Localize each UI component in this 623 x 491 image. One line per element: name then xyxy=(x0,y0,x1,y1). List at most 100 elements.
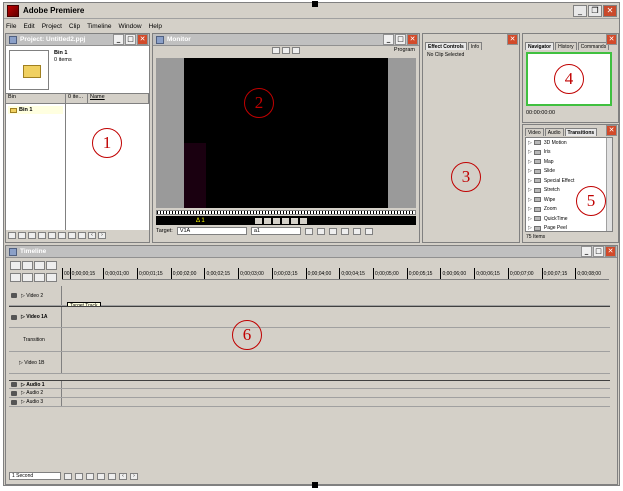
list-item[interactable]: ▷ QuickTime xyxy=(526,214,612,224)
col-name[interactable]: Name xyxy=(88,94,149,103)
scroll-left-icon[interactable]: ‹ xyxy=(88,231,96,239)
selection-tool-icon[interactable] xyxy=(10,261,21,270)
mark-out-icon[interactable] xyxy=(316,227,325,235)
play-in-out-icon[interactable] xyxy=(299,217,307,224)
track-options-icon[interactable] xyxy=(64,472,72,480)
timeline-maximize-button[interactable]: □ xyxy=(593,246,604,257)
transitions-scrollbar[interactable] xyxy=(606,138,612,231)
video-target-select[interactable]: V1A xyxy=(176,227,247,235)
next-edit-icon[interactable] xyxy=(364,227,373,235)
menu-edit[interactable]: Edit xyxy=(23,23,34,30)
razor-tool-icon[interactable] xyxy=(46,261,57,270)
col-bin[interactable]: Bin xyxy=(6,94,66,103)
toggle-shift-icon[interactable] xyxy=(75,472,83,480)
menu-window[interactable]: Window xyxy=(118,23,141,30)
list-item[interactable]: ▷ Page Peel xyxy=(526,224,612,234)
timeline-minimize-button[interactable]: _ xyxy=(581,246,592,257)
track-audio-2[interactable]: ▷ Audio 2 xyxy=(9,389,610,398)
list-item[interactable]: ▷ Map xyxy=(526,157,612,167)
close-button[interactable]: ✕ xyxy=(603,5,617,17)
in-out-tool-icon[interactable] xyxy=(46,273,57,282)
transitions-close-button[interactable]: ✕ xyxy=(606,125,617,136)
speaker-icon[interactable] xyxy=(11,390,17,396)
tab-transitions[interactable]: Transitions xyxy=(564,128,598,136)
tab-video[interactable]: Video xyxy=(525,128,544,136)
menu-help[interactable]: Help xyxy=(149,23,162,30)
single-view-icon[interactable] xyxy=(282,47,290,54)
automate-icon[interactable] xyxy=(48,231,56,239)
extract-icon[interactable] xyxy=(340,227,349,235)
minimize-button[interactable]: _ xyxy=(573,5,587,17)
list-view-icon[interactable] xyxy=(58,231,66,239)
tab-history[interactable]: History xyxy=(555,42,577,50)
step-forward-icon[interactable] xyxy=(281,217,289,224)
tab-info[interactable]: Info xyxy=(467,42,483,50)
list-item[interactable]: ▷ 3D Motion xyxy=(526,138,612,148)
effects-close-button[interactable]: ✕ xyxy=(507,34,518,45)
menu-clip[interactable]: Clip xyxy=(69,23,80,30)
scroll-left-icon[interactable]: ‹ xyxy=(119,472,127,480)
col-items[interactable]: 0 ite... xyxy=(66,94,88,103)
timeline-close-button[interactable]: ✕ xyxy=(605,246,616,257)
hand-tool-icon[interactable] xyxy=(10,273,21,282)
thumbnail-view-icon[interactable] xyxy=(78,231,86,239)
tab-effect-controls[interactable]: Effect Controls xyxy=(425,42,467,50)
tab-audio[interactable]: Audio xyxy=(544,128,564,136)
toggle-edge-icon[interactable] xyxy=(108,472,116,480)
speaker-icon[interactable] xyxy=(11,399,17,405)
dual-view-icon[interactable] xyxy=(272,47,280,54)
menu-file[interactable]: File xyxy=(6,23,16,30)
track-audio-3[interactable]: ▷ Audio 3 xyxy=(9,398,610,407)
step-back-icon[interactable] xyxy=(254,217,262,224)
track-video-1a[interactable]: ▷ Video 1A xyxy=(9,306,610,328)
mark-in-icon[interactable] xyxy=(304,227,313,235)
delete-icon[interactable] xyxy=(38,231,46,239)
scroll-right-icon[interactable]: › xyxy=(98,231,106,239)
navigator-close-button[interactable]: ✕ xyxy=(606,34,617,45)
monitor-minimize-button[interactable]: _ xyxy=(383,34,394,45)
speaker-icon[interactable] xyxy=(11,382,17,387)
tab-navigator[interactable]: Navigator xyxy=(525,42,555,50)
monitor-close-button[interactable]: ✕ xyxy=(407,34,418,45)
toggle-snap-icon[interactable] xyxy=(97,472,105,480)
track-transition[interactable]: Transition 6 xyxy=(9,320,610,352)
zoom-select[interactable]: 1 Second xyxy=(9,472,61,480)
loop-icon[interactable] xyxy=(290,217,298,224)
track-video-1b[interactable]: ▷ Video 1B xyxy=(9,352,610,374)
monitor-maximize-button[interactable]: □ xyxy=(395,34,406,45)
find-icon[interactable] xyxy=(8,231,16,239)
list-item[interactable]: ▷ Slide xyxy=(526,167,612,177)
list-item[interactable]: ▷ Special Effect xyxy=(526,176,612,186)
zoom-tool-icon[interactable] xyxy=(22,273,33,282)
cross-fade-icon[interactable] xyxy=(34,273,45,282)
menu-timeline[interactable]: Timeline xyxy=(87,23,111,30)
bin-item[interactable]: Bin 1 xyxy=(8,106,63,114)
icon-view-icon[interactable] xyxy=(68,231,76,239)
time-ruler[interactable]: 00 0;00;00;15 0;00;01;00 0;00;01;15 0;00… xyxy=(62,268,609,280)
project-close-button[interactable]: ✕ xyxy=(137,34,148,45)
tab-commands[interactable]: Commands xyxy=(577,42,610,50)
audio-target-select[interactable]: a1 xyxy=(250,227,301,235)
scroll-right-icon[interactable]: › xyxy=(130,472,138,480)
stop-icon[interactable] xyxy=(263,217,271,224)
menu-project[interactable]: Project xyxy=(42,23,62,30)
toggle-sync-icon[interactable] xyxy=(86,472,94,480)
project-minimize-button[interactable]: _ xyxy=(113,34,124,45)
track-audio-1[interactable]: ▷ Audio 1 xyxy=(9,380,610,389)
project-maximize-button[interactable]: □ xyxy=(125,34,136,45)
eye-icon[interactable] xyxy=(11,293,17,298)
play-icon[interactable] xyxy=(272,217,280,224)
new-item-icon[interactable] xyxy=(28,231,36,239)
ripple-edit-icon[interactable] xyxy=(34,261,45,270)
new-bin-icon[interactable] xyxy=(18,231,26,239)
navigator-view[interactable]: 4 xyxy=(526,52,612,106)
list-item[interactable]: ▷ Iris xyxy=(526,148,612,158)
restore-button[interactable]: ❐ xyxy=(588,5,602,17)
lift-icon[interactable] xyxy=(328,227,337,235)
program-scrubber[interactable] xyxy=(156,210,416,215)
resize-handle-bottom[interactable] xyxy=(312,482,318,488)
eye-icon[interactable] xyxy=(11,314,17,320)
trim-view-icon[interactable] xyxy=(292,47,300,54)
track-select-icon[interactable] xyxy=(22,261,33,270)
previous-edit-icon[interactable] xyxy=(352,227,361,235)
